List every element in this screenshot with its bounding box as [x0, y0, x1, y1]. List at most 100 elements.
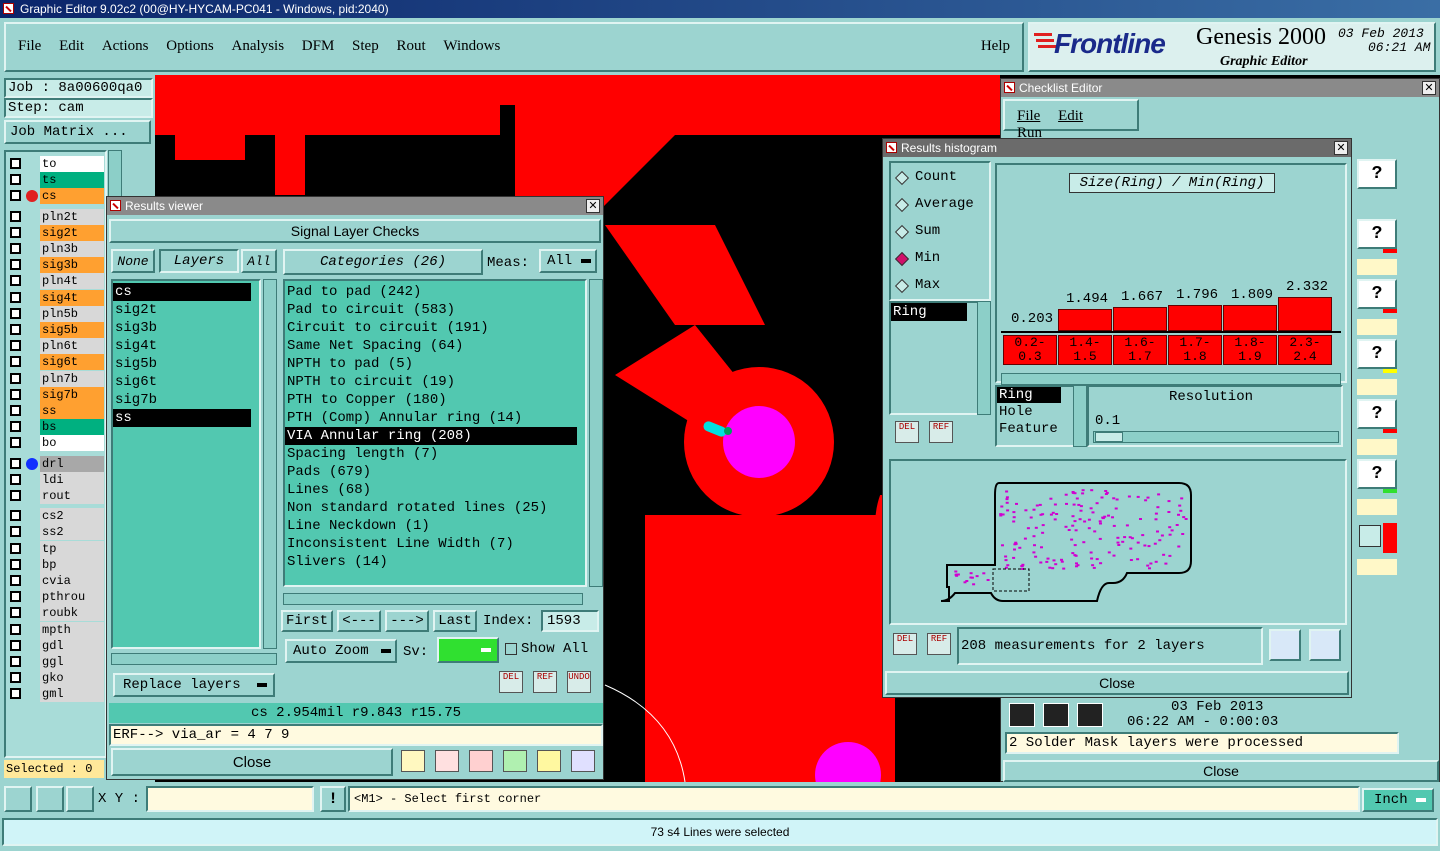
board-preview[interactable]	[889, 459, 1347, 625]
rv-category-item[interactable]: Non standard rotated lines (25)	[285, 499, 577, 517]
tool-icon-2[interactable]	[36, 786, 64, 812]
index-input[interactable]: 1593	[541, 610, 599, 632]
histogram-bar[interactable]	[1003, 329, 1057, 331]
menu-dfm[interactable]: DFM	[302, 38, 335, 55]
histogram-bin-button[interactable]: 2.3- 2.4	[1278, 335, 1332, 365]
type-ring[interactable]: Ring	[997, 387, 1061, 403]
mode-radio-min[interactable]: Min	[894, 250, 989, 270]
layer-name[interactable]: rout	[40, 488, 104, 504]
layer-checkbox[interactable]	[10, 340, 21, 352]
del-icon[interactable]: DEL	[893, 633, 917, 655]
histogram-close-button[interactable]: Close	[885, 671, 1349, 695]
rv-close-button[interactable]: Close	[111, 748, 393, 776]
layer-name[interactable]: ss2	[40, 524, 104, 541]
layer-checkbox[interactable]	[10, 190, 21, 202]
layer-checkbox[interactable]	[10, 639, 21, 651]
layer-row[interactable]: bp	[6, 556, 104, 573]
none-button[interactable]: None	[111, 249, 155, 273]
sv-dropdown[interactable]	[437, 637, 499, 663]
layer-name[interactable]: sig6t	[40, 354, 104, 371]
del-icon[interactable]: DEL	[895, 421, 919, 443]
layer-row[interactable]: bo	[6, 435, 104, 452]
layer-name[interactable]: sig7b	[40, 386, 104, 403]
chart-icon[interactable]	[401, 750, 425, 772]
menu-windows[interactable]: Windows	[443, 38, 500, 55]
histogram-bar[interactable]	[1058, 309, 1112, 331]
layer-checkbox[interactable]	[10, 688, 21, 700]
histogram-list-scroll[interactable]	[977, 301, 991, 415]
help-icon[interactable]: ?	[1357, 159, 1397, 189]
layer-checkbox[interactable]	[10, 421, 21, 433]
first-button[interactable]: First	[281, 610, 333, 632]
type-feature[interactable]: Feature	[997, 419, 1073, 437]
layer-row[interactable]: pln4t	[6, 273, 104, 290]
layer-name[interactable]: pln4t	[40, 273, 104, 290]
zoom-icon[interactable]	[1359, 525, 1381, 547]
layer-name[interactable]: gdl	[40, 637, 104, 654]
checklist-menu-file[interactable]: File	[1017, 108, 1040, 125]
rv-layer-item[interactable]: ss	[113, 409, 251, 427]
layer-row[interactable]: sig6t	[6, 354, 104, 371]
mode-radio-sum[interactable]: Sum	[894, 223, 989, 243]
results-viewer-titlebar[interactable]: Results viewer ✕	[107, 197, 603, 215]
units-dropdown[interactable]: Inch	[1362, 788, 1434, 812]
rv-layer-item[interactable]: cs	[113, 283, 251, 301]
undo-icon[interactable]: UNDO	[567, 671, 591, 693]
layer-checkbox[interactable]	[10, 388, 21, 400]
close-icon[interactable]: ✕	[1334, 141, 1348, 155]
warning-icon[interactable]: !	[320, 786, 346, 812]
layer-name[interactable]: bp	[40, 556, 104, 573]
layer-row[interactable]: gdl	[6, 637, 104, 654]
rv-layer-item[interactable]: sig2t	[113, 301, 251, 319]
layer-row[interactable]: ss2	[6, 524, 104, 541]
help-icon[interactable]: ?	[1357, 399, 1397, 429]
layer-row[interactable]: ggl	[6, 654, 104, 670]
layer-row[interactable]: sig5b	[6, 322, 104, 338]
histogram-bar[interactable]	[1168, 305, 1222, 331]
layer-name[interactable]: sig5b	[40, 322, 104, 338]
layer-row[interactable]: roubk	[6, 605, 104, 622]
layer-row[interactable]: tp	[6, 540, 104, 557]
histogram-item-list[interactable]: Ring	[889, 301, 979, 415]
layer-name[interactable]: tp	[40, 540, 104, 557]
histogram-list-item[interactable]: Ring	[891, 303, 967, 321]
layer-name[interactable]: pln6t	[40, 338, 104, 355]
checklist-menu-edit[interactable]: Edit	[1058, 108, 1083, 125]
layer-name[interactable]: gko	[40, 670, 104, 687]
close-icon[interactable]: ✕	[1422, 81, 1436, 95]
layer-checkbox[interactable]	[10, 243, 21, 254]
rv-layer-list[interactable]: cs sig2t sig3b sig4t sig5b sig6t sig7b ss	[111, 279, 261, 649]
layer-row[interactable]: ss	[6, 403, 104, 419]
layer-row[interactable]: sig4t	[6, 289, 104, 306]
type-scroll[interactable]	[1073, 385, 1087, 447]
layer-row[interactable]: gko	[6, 670, 104, 687]
resolution-handle[interactable]	[1095, 432, 1123, 442]
layer-checkbox[interactable]	[10, 372, 21, 384]
layer-checkbox[interactable]	[10, 656, 21, 667]
layer-name[interactable]: roubk	[40, 605, 104, 622]
rv-category-item[interactable]: Inconsistent Line Width (7)	[285, 535, 577, 553]
layer-checkbox[interactable]	[10, 291, 21, 303]
layer-name[interactable]: cvia	[40, 573, 104, 589]
layer-checkbox[interactable]	[10, 210, 21, 222]
histogram-type-list[interactable]: Ring Hole Feature	[995, 385, 1075, 447]
layer-checkbox[interactable]	[10, 623, 21, 635]
histogram-hscroll[interactable]	[1001, 373, 1341, 385]
help-icon[interactable]: ?	[1357, 339, 1397, 369]
layer-row[interactable]: pthrou	[6, 589, 104, 606]
show-all-checkbox[interactable]	[505, 643, 517, 655]
help-icon[interactable]: ?	[1357, 459, 1397, 489]
layer-row[interactable]: sig2t	[6, 224, 104, 241]
menu-rout[interactable]: Rout	[396, 38, 425, 55]
layer-name[interactable]: pln5b	[40, 305, 104, 322]
layer-row[interactable]: gml	[6, 686, 104, 703]
histogram-bin-button[interactable]: 1.6- 1.7	[1113, 335, 1167, 365]
rv-category-item[interactable]: Pad to circuit (583)	[285, 301, 577, 319]
layer-row[interactable]: sig7b	[6, 386, 104, 403]
rv-category-item[interactable]: NPTH to circuit (19)	[285, 373, 577, 391]
layer-checkbox[interactable]	[10, 356, 21, 368]
menu-step[interactable]: Step	[352, 38, 379, 55]
layer-checkbox[interactable]	[10, 275, 21, 287]
histogram-bin-button[interactable]: 1.4- 1.5	[1058, 335, 1112, 365]
layer-checkbox[interactable]	[10, 473, 21, 485]
